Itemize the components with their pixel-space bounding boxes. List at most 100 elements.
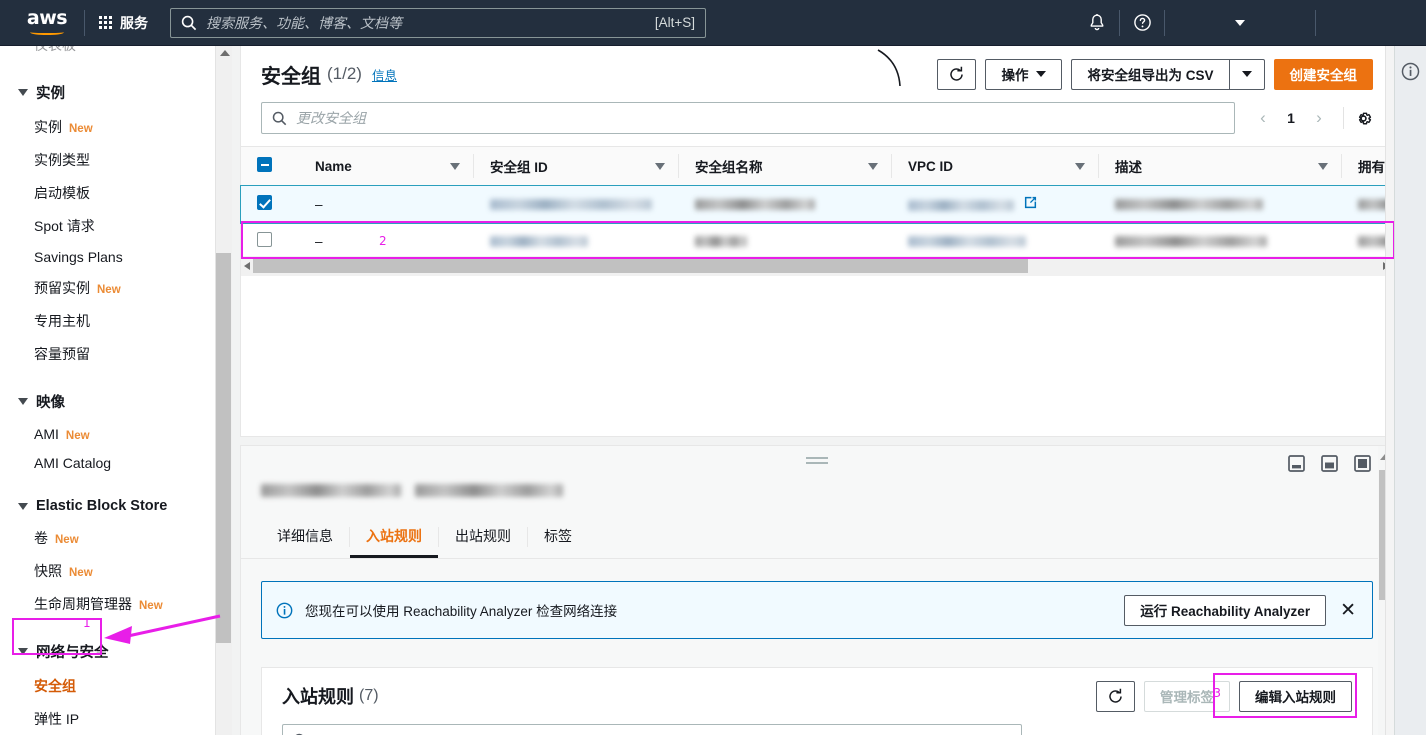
sidebar-item-snapshots[interactable]: 快照 New bbox=[0, 554, 215, 587]
actions-button[interactable]: 操作 bbox=[985, 58, 1063, 90]
cell-vpc-id[interactable] bbox=[892, 222, 1099, 260]
sidebar-item-elastic-ips[interactable]: 弹性 IP bbox=[0, 702, 215, 735]
tab-label: 标签 bbox=[544, 528, 572, 544]
top-navigation: aws 服务 [Alt+S] bbox=[0, 0, 1426, 46]
region-selector[interactable] bbox=[1165, 0, 1315, 46]
redacted-value bbox=[1115, 199, 1263, 211]
sidebar-scroll-content: 仪表板 实例 实例 New 实例类型 启动模板 Spot 请求 Savings … bbox=[0, 46, 215, 735]
column-header-sg-name[interactable]: 安全组名称 bbox=[679, 146, 892, 186]
aws-logo[interactable]: aws bbox=[10, 0, 84, 46]
cell-name: – bbox=[299, 185, 474, 223]
scroll-left-arrow-icon[interactable] bbox=[244, 262, 250, 270]
sidebar-group-instances[interactable]: 实例 bbox=[0, 75, 215, 110]
sidebar-item-lifecycle-manager[interactable]: 生命周期管理器 New bbox=[0, 587, 215, 620]
sort-icon[interactable] bbox=[1318, 162, 1328, 170]
column-header-vpc-id[interactable]: VPC ID bbox=[892, 146, 1099, 186]
search-icon bbox=[272, 111, 287, 125]
sidebar-item-reserved-instances[interactable]: 预留实例 New bbox=[0, 271, 215, 304]
sort-icon[interactable] bbox=[655, 162, 665, 170]
notifications-button[interactable] bbox=[1075, 0, 1119, 46]
split-medium-icon[interactable] bbox=[1321, 455, 1338, 477]
manage-tags-label: 管理标签 bbox=[1160, 690, 1214, 705]
select-all-checkbox[interactable] bbox=[257, 157, 272, 172]
sort-icon[interactable] bbox=[1075, 162, 1085, 170]
help-button[interactable] bbox=[1120, 0, 1164, 46]
refresh-button[interactable] bbox=[937, 58, 977, 90]
export-csv-button[interactable]: 将安全组导出为 CSV bbox=[1071, 58, 1229, 90]
table-horizontal-scrollbar[interactable] bbox=[241, 256, 1393, 276]
sidebar-group-ebs[interactable]: Elastic Block Store bbox=[0, 491, 215, 521]
sidebar-item-label: Savings Plans bbox=[34, 248, 123, 265]
global-search[interactable]: [Alt+S] bbox=[170, 7, 706, 38]
sidebar-item-capacity-reservations[interactable]: 容量预留 bbox=[0, 337, 215, 370]
sidebar-group-network-security[interactable]: 网络与安全 bbox=[0, 634, 215, 669]
column-header-description[interactable]: 描述 bbox=[1099, 146, 1342, 186]
sidebar-item-instance-types[interactable]: 实例类型 bbox=[0, 143, 215, 176]
table-preferences-button[interactable] bbox=[1354, 109, 1373, 128]
sort-icon[interactable] bbox=[450, 162, 460, 170]
security-group-search-input[interactable] bbox=[287, 110, 1224, 126]
row-select-cell bbox=[241, 185, 299, 223]
info-circle-icon[interactable] bbox=[1401, 62, 1420, 81]
rules-refresh-button[interactable] bbox=[1096, 680, 1135, 712]
cell-sg-id[interactable] bbox=[474, 185, 679, 223]
sidebar-item-savings-plans[interactable]: Savings Plans bbox=[0, 242, 215, 271]
split-bottom-icon[interactable] bbox=[1288, 455, 1305, 477]
sidebar-item-spot-requests[interactable]: Spot 请求 bbox=[0, 209, 215, 242]
refresh-icon bbox=[1109, 688, 1122, 703]
panel-resize-handle[interactable] bbox=[806, 457, 828, 466]
security-groups-table: Name 安全组 ID 安全组名称 VPC ID 描述 拥有 – – bbox=[240, 146, 1394, 260]
pagination-page-number[interactable]: 1 bbox=[1281, 110, 1301, 126]
close-icon[interactable]: ✕ bbox=[1340, 600, 1356, 620]
cell-sg-id[interactable] bbox=[474, 222, 679, 260]
main-content: 安全组 (1/2) 信息 操作 将安全组导出为 CSV 创建安全组 更改安全组 … bbox=[232, 46, 1394, 735]
column-header-name[interactable]: Name bbox=[299, 146, 474, 186]
security-group-search[interactable] bbox=[261, 102, 1235, 134]
external-link-icon[interactable] bbox=[1024, 196, 1037, 209]
account-menu[interactable] bbox=[1316, 0, 1426, 46]
create-label: 创建安全组 bbox=[1289, 68, 1358, 83]
chevron-down-icon bbox=[18, 89, 28, 96]
sidebar-item-instances[interactable]: 实例 New bbox=[0, 110, 215, 143]
sidebar-item-label: 容量预留 bbox=[34, 345, 90, 362]
split-full-icon[interactable] bbox=[1354, 455, 1371, 477]
export-csv-dropdown-button[interactable] bbox=[1228, 58, 1265, 90]
sidebar-group-images[interactable]: 映像 bbox=[0, 384, 215, 419]
tab-tags[interactable]: 标签 bbox=[528, 516, 588, 558]
tab-inbound-rules[interactable]: 入站规则 bbox=[350, 516, 438, 558]
sort-icon[interactable] bbox=[868, 162, 878, 170]
create-security-group-button[interactable]: 创建安全组 bbox=[1273, 58, 1373, 90]
tab-details[interactable]: 详细信息 bbox=[261, 516, 349, 558]
pagination-next-button[interactable]: › bbox=[1305, 104, 1333, 132]
tab-outbound-rules[interactable]: 出站规则 bbox=[439, 516, 527, 558]
pagination-prev-button[interactable]: ‹ bbox=[1249, 104, 1277, 132]
sidebar-item-volumes[interactable]: 卷 New bbox=[0, 521, 215, 554]
redacted-value bbox=[908, 199, 1014, 211]
cell-vpc-id[interactable] bbox=[892, 185, 1099, 223]
table-row[interactable]: – bbox=[240, 184, 1394, 224]
table-row[interactable]: – bbox=[241, 222, 1394, 260]
sidebar-item-ami[interactable]: AMI New bbox=[0, 419, 215, 448]
page-scrollbar-track[interactable] bbox=[1385, 46, 1394, 735]
info-link[interactable]: 信息 bbox=[372, 65, 397, 84]
grid-icon bbox=[99, 16, 112, 29]
sidebar-group-label: 实例 bbox=[36, 86, 65, 102]
sidebar-item-dedicated-hosts[interactable]: 专用主机 bbox=[0, 304, 215, 337]
scroll-up-arrow-icon[interactable] bbox=[220, 50, 230, 56]
sidebar-item-dashboard[interactable]: 仪表板 bbox=[0, 46, 215, 61]
edit-inbound-rules-button[interactable]: 编辑入站规则 bbox=[1239, 680, 1352, 712]
sidebar-item-launch-templates[interactable]: 启动模板 bbox=[0, 176, 215, 209]
alert-actions: 运行 Reachability Analyzer ✕ bbox=[1124, 594, 1356, 626]
run-reachability-analyzer-button[interactable]: 运行 Reachability Analyzer bbox=[1124, 594, 1327, 626]
services-menu-button[interactable]: 服务 bbox=[85, 0, 162, 46]
sidebar-item-ami-catalog[interactable]: AMI Catalog bbox=[0, 448, 215, 477]
sidebar-scrollbar-thumb[interactable] bbox=[216, 253, 231, 643]
global-search-input[interactable] bbox=[197, 14, 655, 31]
table-horizontal-scrollbar-thumb[interactable] bbox=[253, 259, 1028, 273]
detail-tabs: 详细信息 入站规则 出站规则 标签 bbox=[241, 516, 1393, 559]
sidebar-item-security-groups[interactable]: 安全组 bbox=[0, 669, 215, 702]
row-checkbox[interactable] bbox=[257, 232, 272, 247]
row-checkbox[interactable] bbox=[257, 195, 272, 210]
inbound-rules-search[interactable] bbox=[282, 724, 1022, 735]
column-header-sg-id[interactable]: 安全组 ID bbox=[474, 146, 679, 186]
